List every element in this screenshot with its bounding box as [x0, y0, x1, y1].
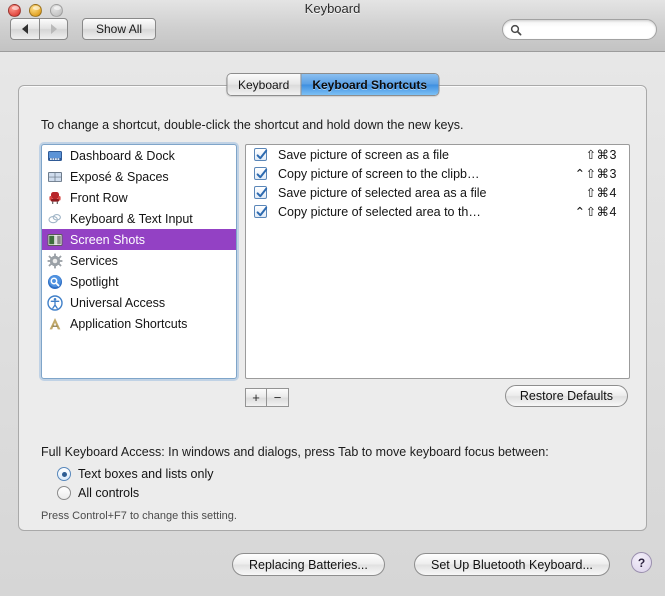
category-row-dashboard-dock[interactable]: Dashboard & Dock — [42, 145, 236, 166]
keyboard-icon — [48, 213, 61, 223]
full-keyboard-access-note: Press Control+F7 to change this setting. — [41, 510, 237, 522]
back-arrow-icon — [22, 24, 28, 34]
remove-shortcut-button[interactable]: − — [267, 388, 289, 407]
category-label: Exposé & Spaces — [70, 169, 169, 184]
shortcut-name: Save picture of selected area as a file — [278, 185, 487, 200]
help-button[interactable]: ? — [631, 552, 652, 573]
shortcut-checkbox[interactable] — [254, 167, 268, 180]
preferences-panel: To change a shortcut, double-click the s… — [18, 85, 647, 531]
tab-bar: Keyboard Keyboard Shortcuts — [0, 52, 665, 96]
checkmark-icon — [256, 168, 268, 179]
search-icon — [510, 24, 522, 35]
front-row-chair-icon — [49, 191, 61, 204]
search-field[interactable] — [502, 19, 657, 40]
category-label: Keyboard & Text Input — [70, 211, 193, 226]
category-label: Services — [70, 253, 118, 268]
shortcut-name: Save picture of screen as a file — [278, 147, 449, 162]
shortcut-keys: ⌃⇧⌘4 — [574, 205, 617, 219]
app-a-icon — [49, 317, 61, 329]
category-label: Application Shortcuts — [70, 316, 188, 331]
shortcut-keys: ⇧⌘3 — [585, 148, 617, 162]
category-label: Spotlight — [70, 274, 119, 289]
instruction-text: To change a shortcut, double-click the s… — [41, 118, 464, 132]
shortcut-row[interactable]: Save picture of screen as a file ⇧⌘3 — [246, 145, 629, 164]
shortcut-list[interactable]: Save picture of screen as a file ⇧⌘3 Cop… — [245, 144, 630, 379]
checkmark-icon — [256, 187, 268, 198]
search-input[interactable] — [526, 23, 650, 36]
back-button[interactable] — [10, 18, 39, 40]
radio-button[interactable] — [57, 467, 71, 481]
category-label: Front Row — [70, 190, 128, 205]
radio-label: All controls — [78, 486, 140, 500]
shortcut-checkbox[interactable] — [254, 148, 268, 161]
shortcut-row[interactable]: Copy picture of selected area to th… ⌃⇧⌘… — [246, 202, 629, 221]
add-shortcut-button[interactable]: + — [245, 388, 267, 407]
category-row-screen-shots[interactable]: Screen Shots — [42, 229, 236, 250]
radio-text-boxes-and-lists-only[interactable]: Text boxes and lists only — [57, 467, 214, 481]
shortcut-checkbox[interactable] — [254, 186, 268, 199]
category-label: Dashboard & Dock — [70, 148, 175, 163]
dock-icon — [48, 150, 62, 161]
forward-arrow-icon — [50, 24, 57, 34]
toolbar: Show All — [10, 18, 157, 40]
radio-label: Text boxes and lists only — [78, 467, 214, 481]
category-label: Universal Access — [70, 295, 166, 310]
shortcut-name: Copy picture of selected area to th… — [278, 204, 481, 219]
category-row-spotlight[interactable]: Spotlight — [42, 271, 236, 292]
navigation-button-group — [10, 18, 68, 40]
radio-all-controls[interactable]: All controls — [57, 486, 139, 500]
expose-grid-icon — [48, 171, 62, 182]
screenshot-icon — [47, 233, 63, 246]
shortcut-name: Copy picture of screen to the clipb… — [278, 166, 480, 181]
add-remove-group: + − — [245, 388, 289, 407]
category-row-services[interactable]: Services — [42, 250, 236, 271]
category-row-universal-access[interactable]: Universal Access — [42, 292, 236, 313]
setup-bluetooth-keyboard-button[interactable]: Set Up Bluetooth Keyboard... — [414, 553, 610, 576]
category-row-front-row[interactable]: Front Row — [42, 187, 236, 208]
checkmark-icon — [256, 206, 268, 217]
title-bar: Keyboard Show All — [0, 0, 665, 52]
keyboard-preferences-window: Keyboard Show All Keyboard Keyboard Shor… — [0, 0, 665, 596]
gear-icon — [47, 253, 63, 268]
restore-defaults-button[interactable]: Restore Defaults — [504, 385, 628, 407]
tab-keyboard[interactable]: Keyboard — [226, 74, 301, 95]
category-label: Screen Shots — [70, 232, 146, 247]
tab-keyboard-shortcuts[interactable]: Keyboard Shortcuts — [300, 74, 439, 95]
checkmark-icon — [256, 149, 268, 160]
forward-button — [39, 18, 68, 40]
category-list[interactable]: Dashboard & Dock Exposé & Spaces Front R… — [41, 144, 237, 379]
replacing-batteries-button[interactable]: Replacing Batteries... — [232, 553, 385, 576]
category-row-expose-spaces[interactable]: Exposé & Spaces — [42, 166, 236, 187]
shortcut-keys: ⇧⌘4 — [585, 186, 617, 200]
shortcut-checkbox[interactable] — [254, 205, 268, 218]
category-row-application-shortcuts[interactable]: Application Shortcuts — [42, 313, 236, 334]
spotlight-icon — [48, 274, 62, 289]
window-title: Keyboard — [304, 1, 361, 16]
shortcut-row[interactable]: Copy picture of screen to the clipb… ⌃⇧⌘… — [246, 164, 629, 183]
accessibility-icon — [47, 294, 63, 311]
shortcut-keys: ⌃⇧⌘3 — [574, 167, 617, 181]
category-row-keyboard-text-input[interactable]: Keyboard & Text Input — [42, 208, 236, 229]
radio-button[interactable] — [57, 486, 71, 500]
show-all-button[interactable]: Show All — [82, 18, 157, 40]
shortcut-row[interactable]: Save picture of selected area as a file … — [246, 183, 629, 202]
full-keyboard-access-title: Full Keyboard Access: In windows and dia… — [41, 445, 549, 459]
